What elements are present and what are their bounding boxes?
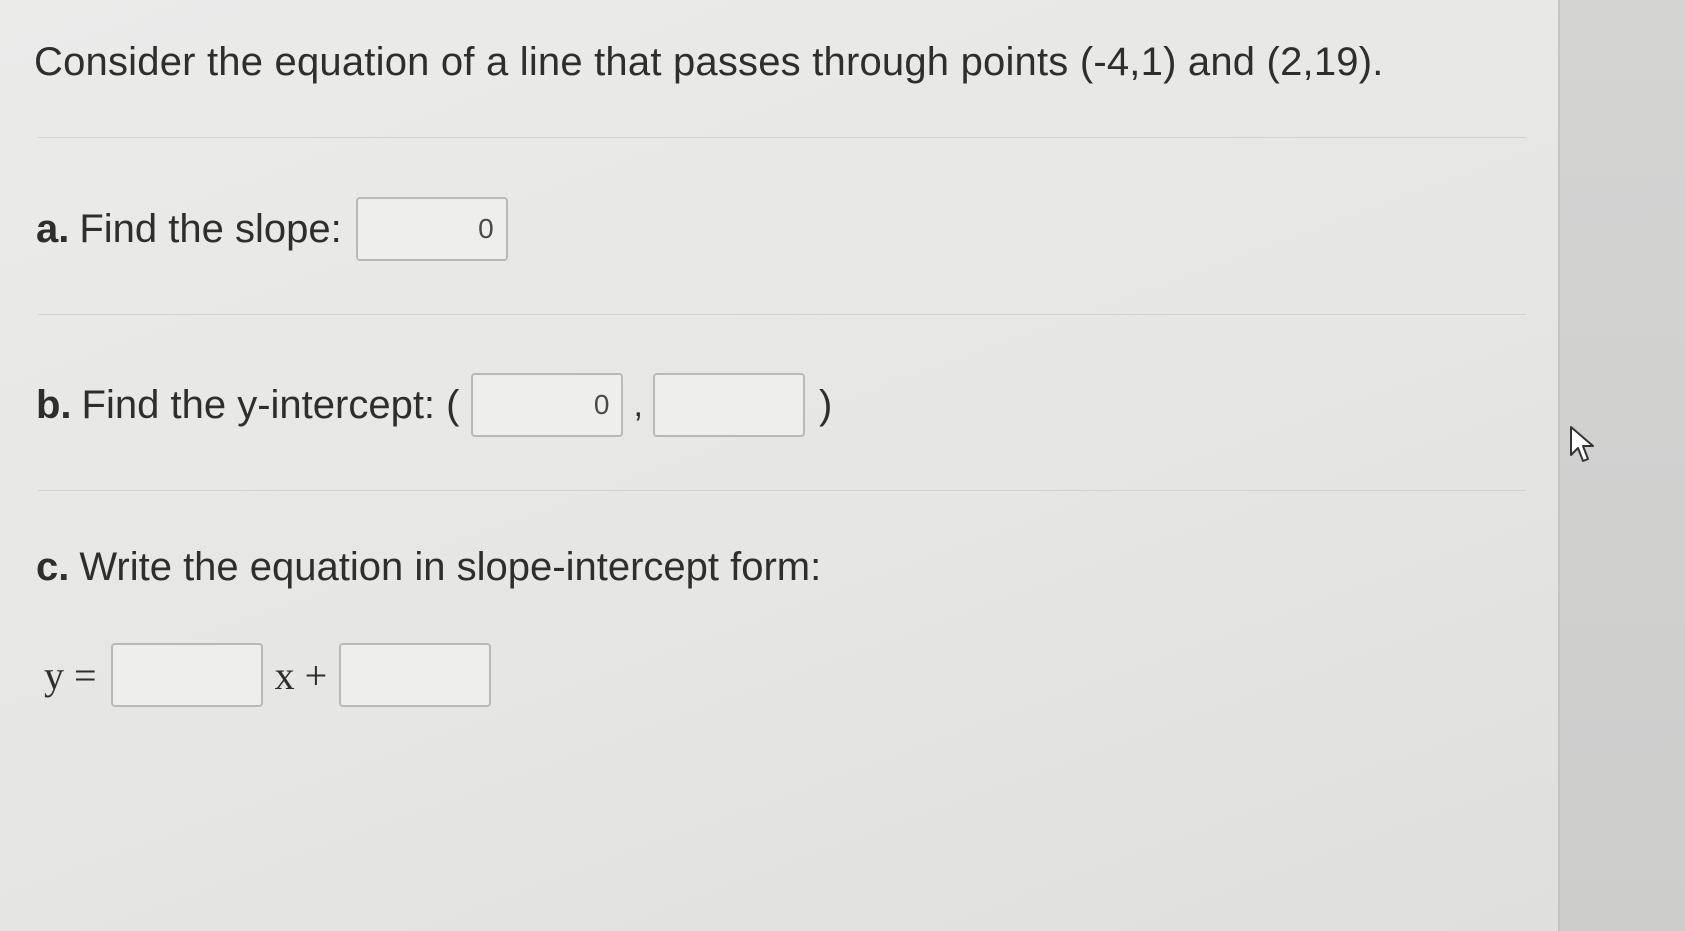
part-b-row: b. Find the y-intercept: ( 0 , ) (36, 373, 832, 437)
divider (38, 137, 1526, 138)
intercept-b-input[interactable] (339, 643, 492, 707)
close-paren: ) (818, 382, 833, 427)
y-equals-label: y = (44, 652, 97, 698)
divider (38, 314, 1526, 315)
equation-row: y = x + (44, 643, 492, 707)
part-a-letter: a. (36, 206, 70, 251)
slope-m-input[interactable] (110, 643, 263, 707)
arrow-pointer-icon (1570, 426, 1594, 462)
part-c-letter: c. (36, 545, 70, 589)
part-b-label: Find the y-intercept: ( (81, 382, 460, 427)
part-a-label: Find the slope: (79, 206, 342, 251)
x-plus-label: x + (274, 652, 328, 698)
part-a-row: a. Find the slope: 0 (36, 197, 508, 261)
comma-separator: , (633, 385, 643, 424)
right-edge (1558, 0, 1685, 931)
question-panel: Consider the equation of a line that pas… (0, 0, 1558, 931)
part-c-row: c. Write the equation in slope-intercept… (36, 545, 821, 590)
part-b-letter: b. (36, 382, 72, 427)
question-text: Consider the equation of a line that pas… (34, 40, 1384, 84)
slope-input[interactable]: 0 (355, 197, 508, 261)
y-intercept-y-input[interactable] (652, 373, 805, 437)
divider (38, 490, 1526, 491)
y-intercept-x-input[interactable]: 0 (471, 373, 624, 437)
part-c-label: Write the equation in slope-intercept fo… (79, 545, 822, 589)
